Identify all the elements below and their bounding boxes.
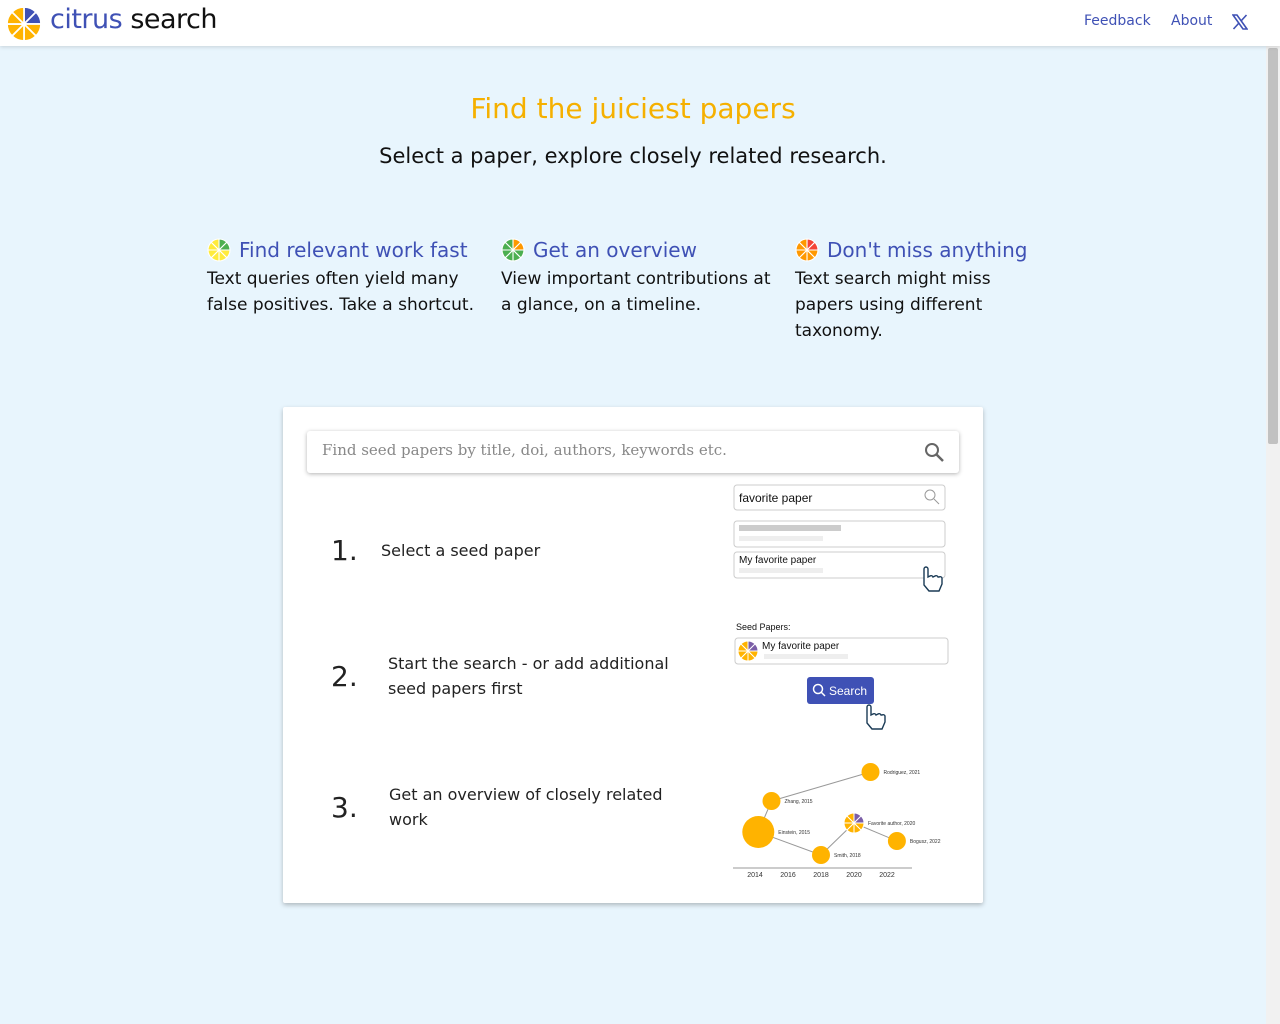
step-3: 3. Get an overview of closely related wor…	[331, 782, 671, 832]
search-box	[307, 431, 959, 473]
step-number: 2.	[331, 659, 358, 693]
timeline-tick-label: 2014	[747, 872, 763, 877]
timeline-node-label: Rodriguez, 2021	[884, 770, 921, 776]
illu-result: My favorite paper	[739, 555, 817, 566]
timeline-edge	[771, 771, 871, 802]
select-paper-illustration: favorite paper My favorite paper	[733, 484, 946, 592]
citrus-icon	[207, 238, 231, 262]
timeline-node	[861, 763, 880, 781]
timeline-node	[812, 846, 830, 864]
feature-dont-miss: Don't miss anything Text search might mi…	[795, 238, 1035, 344]
citrus-logo-icon[interactable]	[6, 6, 42, 42]
feature-title: Don't miss anything	[827, 238, 1028, 262]
citrus-icon	[501, 238, 525, 262]
hero-subtitle: Select a paper, explore closely related …	[379, 144, 887, 168]
step-text: Select a seed paper	[381, 541, 541, 560]
timeline-tick-label: 2020	[846, 872, 862, 877]
nav-feedback[interactable]: Feedback	[1084, 13, 1151, 29]
feature-desc: Text search might miss papers using diff…	[795, 269, 991, 341]
brand[interactable]: citrus search	[50, 4, 218, 35]
scrollbar-thumb[interactable]	[1268, 48, 1278, 444]
hero-title: Find the juiciest papers	[470, 92, 796, 125]
timeline-node-label: Bogusz, 2022	[910, 839, 941, 845]
search-card: 1. Select a seed paper 2. Start the search…	[283, 407, 983, 903]
seed-papers-illustration: Seed Papers: My favorite paper Search	[734, 622, 949, 730]
timeline-node-label: Einstein, 2015	[778, 830, 810, 836]
feature-title: Find relevant work fast	[239, 238, 468, 262]
timeline-tick-label: 2022	[879, 872, 895, 877]
feature-title: Get an overview	[533, 238, 697, 262]
search-icon[interactable]	[923, 441, 945, 463]
timeline-node	[742, 816, 775, 848]
step-text: Start the search - or add additional see…	[388, 654, 669, 698]
timeline-node-label: Smith, 2018	[834, 853, 861, 859]
feature-overview: Get an overview View important contribut…	[501, 238, 771, 318]
illu-query: favorite paper	[739, 491, 812, 505]
timeline-node	[762, 792, 781, 810]
illu-seed-paper: My favorite paper	[762, 641, 840, 652]
timeline-node-label: Zhang, 2015	[785, 799, 813, 805]
illu-seed-label: Seed Papers:	[736, 622, 791, 632]
timeline-node-label: Favorite author, 2020	[868, 821, 915, 827]
feature-find-fast: Find relevant work fast Text queries oft…	[207, 238, 487, 318]
timeline-node	[887, 832, 906, 850]
header: citrus search Feedback About	[0, 0, 1280, 46]
timeline-node-seed	[843, 812, 865, 834]
step-1: 1. Select a seed paper	[331, 534, 540, 567]
search-input[interactable]	[322, 441, 902, 459]
illu-search-button: Search	[829, 684, 867, 698]
timeline-tick-label: 2018	[813, 872, 829, 877]
step-text: Get an overview of closely related work	[389, 785, 663, 829]
feature-desc: View important contributions at a glance…	[501, 269, 771, 315]
step-number: 1.	[331, 534, 358, 567]
step-2: 2. Start the search - or add additional s…	[331, 651, 671, 701]
nav-about[interactable]: About	[1171, 13, 1212, 29]
step-number: 3.	[331, 790, 358, 824]
timeline-tick-label: 2016	[780, 872, 796, 877]
timeline-illustration: Rodriguez, 2021 Zhang, 2015 Einstein, 2015…	[733, 763, 941, 877]
feature-desc: Text queries often yield many false posi…	[207, 269, 474, 315]
citrus-icon	[795, 238, 819, 262]
scrollbar[interactable]	[1266, 46, 1280, 1024]
x-twitter-icon[interactable]	[1232, 14, 1248, 30]
